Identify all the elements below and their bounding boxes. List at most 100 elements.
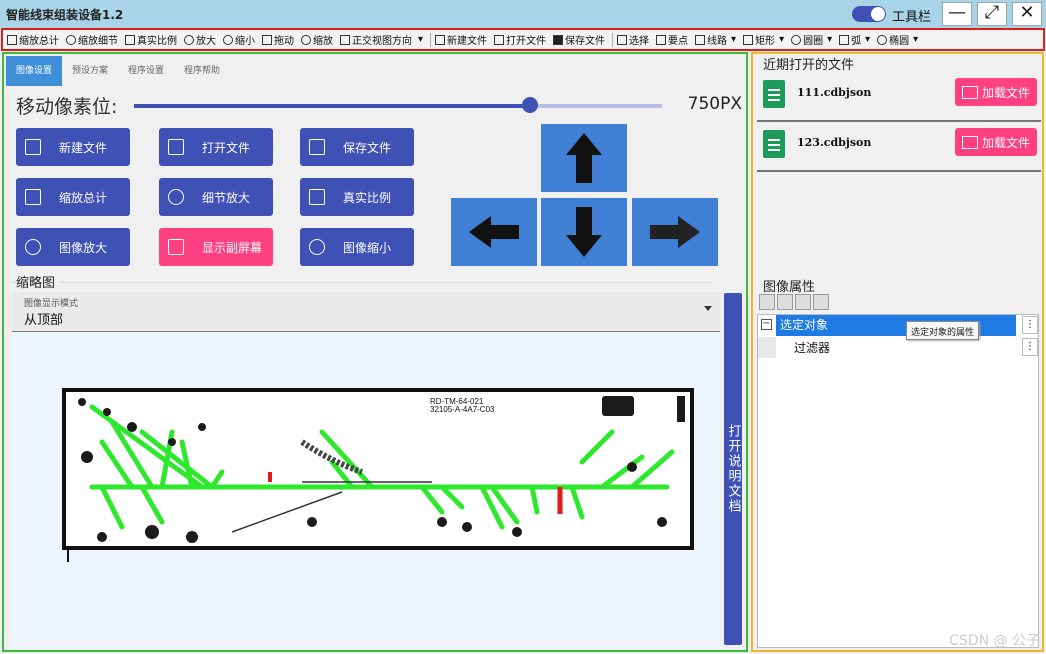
drawing-code-text: 32105-A-4A7-C03	[430, 405, 495, 414]
tab-program-help[interactable]: 程序帮助	[174, 56, 230, 86]
load-file-button[interactable]: 加载文件	[955, 78, 1037, 106]
save-file-button[interactable]: 保存文件	[300, 128, 414, 166]
image-zoom-in-button[interactable]: 图像放大	[16, 228, 130, 266]
recent-file-item[interactable]: 111.cdbjson 加载文件	[757, 76, 1041, 114]
move-icon	[262, 34, 272, 45]
open-help-doc-button[interactable]: 打开说明文档	[724, 293, 742, 645]
ruler-icon	[309, 189, 325, 205]
move-pixels-label: 移动像素位:	[16, 96, 118, 118]
move-right-button[interactable]	[632, 198, 718, 266]
zoom-out-icon	[223, 34, 233, 45]
display-mode-select[interactable]: 图像显示模式 从顶部	[12, 292, 720, 332]
zoom-total-icon	[7, 34, 17, 45]
more-options-icon[interactable]: ⋮	[1022, 338, 1038, 356]
property-row-selected-object[interactable]: − 选定对象 选定对象的属性 ⋮	[758, 315, 1038, 340]
toggle-knob	[871, 7, 885, 21]
zoom-total-button[interactable]: 缩放总计	[16, 178, 130, 216]
harness-drawing: RD-TM-64-021 32105-A-4A7-C03	[62, 388, 694, 562]
recent-file-item[interactable]: 123.cdbjson 加载文件	[757, 126, 1041, 164]
slider-fill	[134, 104, 530, 108]
image-properties-title: 图像属性	[763, 280, 816, 295]
ellipse-icon	[877, 34, 888, 45]
arrow-left-icon	[469, 216, 519, 248]
folder-icon	[494, 34, 505, 45]
zoom-in-icon	[184, 34, 194, 45]
show-sub-screen-button[interactable]: 显示副屏幕	[159, 228, 273, 266]
new-file-icon	[435, 34, 446, 45]
slider-thumb[interactable]	[522, 97, 538, 113]
image-settings-pane: 图像设置 预设方案 程序设置 程序帮助 移动像素位: 750PX 新建文件 打开…	[2, 52, 748, 652]
dotted-circle-icon	[168, 189, 184, 205]
categorized-icon[interactable]	[759, 294, 775, 310]
pan-tool[interactable]: 拖动	[262, 32, 294, 47]
file-divider	[757, 120, 1041, 122]
view-cube-icon	[340, 34, 350, 45]
rect-tool[interactable]: 矩形 ▾	[743, 32, 784, 47]
move-pixels-slider[interactable]	[134, 104, 662, 108]
minimize-button[interactable]: —	[942, 2, 972, 26]
new-file-tool[interactable]: 新建文件	[435, 32, 487, 47]
collapse-icon[interactable]: −	[761, 319, 772, 330]
row-margin	[758, 337, 776, 358]
point-tool[interactable]: 要点	[656, 32, 688, 47]
tab-image-settings[interactable]: 图像设置	[6, 56, 63, 86]
arrow-up-icon	[566, 133, 602, 183]
files-properties-pane: 近期打开的文件 111.cdbjson 加载文件 123.cdbjson 加载文…	[751, 52, 1044, 652]
new-file-button[interactable]: 新建文件	[16, 128, 130, 166]
detail-zoom-button[interactable]: 细节放大	[159, 178, 273, 216]
property-grid: − 选定对象 选定对象的属性 ⋮ 过滤器 ⋮	[757, 314, 1039, 648]
zoom-total-tool[interactable]: 缩放总计	[7, 32, 59, 47]
arrow-down-icon	[566, 207, 602, 257]
maximize-button[interactable]: ⤢	[977, 2, 1007, 26]
open-file-tool[interactable]: 打开文件	[494, 32, 546, 47]
display-mode-value: 从顶部	[24, 313, 64, 328]
alphabetical-icon[interactable]	[777, 294, 793, 310]
circle-tool[interactable]: 圆圈 ▾	[791, 32, 832, 47]
zoom-in-icon	[25, 239, 41, 255]
image-icon	[961, 85, 978, 99]
line-icon	[695, 34, 706, 45]
property-toolbar	[759, 294, 831, 312]
zoom-in-tool[interactable]: 放大	[184, 32, 216, 47]
arc-tool[interactable]: 弧 ▾	[839, 32, 870, 47]
move-up-button[interactable]	[541, 124, 627, 192]
open-file-button[interactable]: 打开文件	[159, 128, 273, 166]
toolbar-toggle[interactable]	[852, 6, 886, 22]
load-file-button[interactable]: 加载文件	[955, 128, 1037, 156]
real-scale-button[interactable]: 真实比例	[300, 178, 414, 216]
scale-tool[interactable]: 缩放	[301, 32, 333, 47]
file-divider	[757, 170, 1041, 172]
ellipse-tool[interactable]: 椭圆 ▾	[877, 32, 918, 47]
line-tool[interactable]: 线路 ▾	[695, 32, 736, 47]
chevron-down-icon: ▾	[913, 34, 919, 45]
real-scale-tool[interactable]: 真实比例	[125, 32, 177, 47]
more-options-icon[interactable]: ⋮	[1022, 316, 1038, 334]
zoom-icon	[301, 34, 311, 45]
properties-icon[interactable]	[795, 294, 811, 310]
tab-presets[interactable]: 预设方案	[62, 56, 118, 86]
save-icon	[309, 139, 325, 155]
document-icon	[763, 130, 785, 158]
image-zoom-out-button[interactable]: 图像缩小	[300, 228, 414, 266]
zoom-detail-tool[interactable]: 缩放细节	[66, 32, 118, 47]
select-tool[interactable]: 选择	[617, 32, 649, 47]
close-button[interactable]: ✕	[1012, 2, 1042, 26]
save-file-tool[interactable]: 保存文件	[553, 32, 605, 47]
pen-icon	[656, 34, 667, 45]
toolbar-toggle-label: 工具栏	[892, 10, 932, 25]
app-title: 智能线束组装设备1.2	[6, 8, 124, 22]
events-icon[interactable]	[813, 294, 829, 310]
fit-screen-icon	[25, 189, 41, 205]
move-down-button[interactable]	[541, 198, 627, 266]
chevron-down-icon: ▾	[865, 34, 871, 45]
thumbnail-canvas[interactable]: RD-TM-64-021 32105-A-4A7-C03	[12, 332, 720, 650]
save-icon	[553, 34, 564, 45]
move-left-button[interactable]	[451, 198, 537, 266]
property-row-filter[interactable]: 过滤器 ⋮	[758, 337, 1038, 358]
tab-program-settings[interactable]: 程序设置	[118, 56, 174, 86]
zoom-out-icon	[309, 239, 325, 255]
property-label: 过滤器	[794, 341, 831, 355]
display-mode-label: 图像显示模式	[24, 299, 79, 309]
ortho-view-dropdown[interactable]: 正交视图方向 ▾	[340, 32, 423, 47]
zoom-out-tool[interactable]: 缩小	[223, 32, 255, 47]
